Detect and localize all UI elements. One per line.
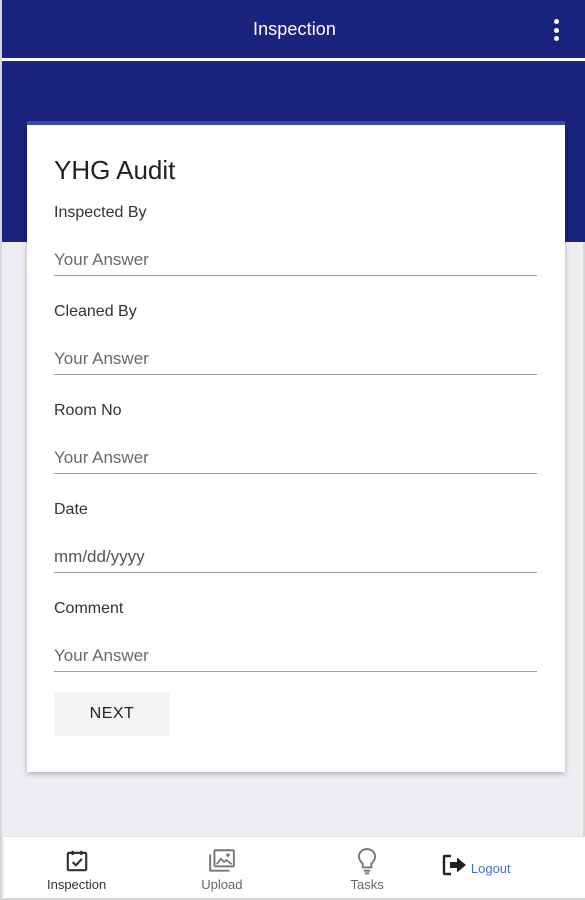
app-bar: Inspection — [2, 0, 585, 58]
field-label: Date — [54, 501, 88, 518]
nav-label-logout: Logout — [470, 860, 511, 876]
field-inspected-by: Inspected By — [54, 203, 538, 276]
nav-item-tasks[interactable]: Tasks — [295, 837, 440, 899]
checklist-icon — [62, 847, 92, 875]
logout-icon — [440, 851, 470, 879]
nav-item-upload[interactable]: Upload — [149, 837, 294, 899]
date-input[interactable] — [54, 520, 537, 573]
app-title: Inspection — [252, 18, 337, 39]
app-screen: Inspection YHG Audit Inspected By Cleane… — [0, 0, 585, 900]
comment-input[interactable] — [54, 619, 537, 672]
field-label: Comment — [54, 600, 124, 617]
photo-library-icon — [207, 847, 237, 875]
form-card: YHG Audit Inspected By Cleaned By Room N… — [27, 121, 565, 772]
field-label: Inspected By — [54, 204, 147, 221]
next-button[interactable]: NEXT — [54, 692, 170, 736]
nav-item-inspection[interactable]: Inspection — [4, 837, 149, 899]
field-date: Date — [54, 500, 538, 573]
lightbulb-icon — [352, 847, 382, 875]
bottom-nav: Inspection Upload Tasks Logout — [4, 836, 585, 898]
field-room-no: Room No — [54, 401, 538, 474]
inspected-by-input[interactable] — [54, 223, 537, 276]
field-cleaned-by: Cleaned By — [54, 302, 538, 375]
room-no-input[interactable] — [54, 421, 537, 474]
cleaned-by-input[interactable] — [54, 322, 537, 375]
nav-item-logout[interactable]: Logout — [440, 837, 585, 893]
field-label: Cleaned By — [54, 303, 137, 320]
nav-label-upload: Upload — [201, 877, 243, 892]
field-comment: Comment — [54, 599, 538, 672]
more-vert-icon[interactable] — [551, 19, 561, 41]
nav-label-inspection: Inspection — [46, 877, 107, 892]
nav-label-tasks: Tasks — [350, 877, 384, 892]
field-label: Room No — [54, 402, 122, 419]
form-title: YHG Audit — [54, 155, 176, 185]
